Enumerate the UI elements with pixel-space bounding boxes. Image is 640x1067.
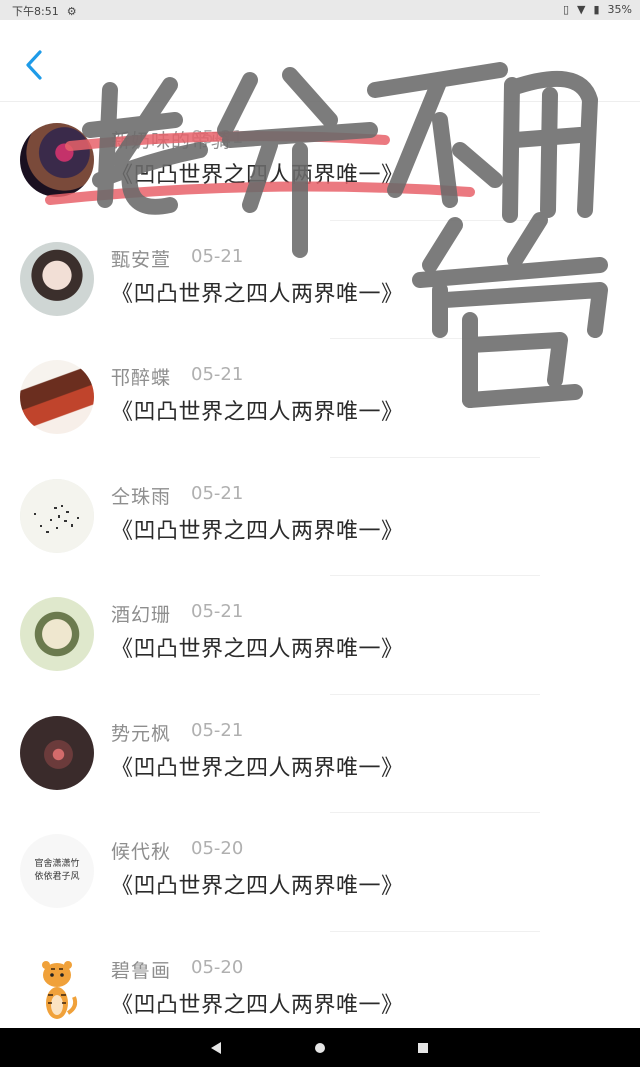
- message-preview: 《凹凸世界之四人两界唯一》: [111, 163, 404, 188]
- message-preview: 《凹凸世界之四人两界唯一》: [111, 400, 404, 425]
- contact-name: 碧鲁画: [111, 959, 172, 982]
- message-preview: 《凹凸世界之四人两界唯一》: [111, 992, 404, 1018]
- avatar[interactable]: [20, 123, 94, 197]
- conversation-list: 新奶味的帝骑 05-21 《凹凸世界之四人两界唯一》 甄安萱 05-21 《凹凸…: [0, 102, 640, 1050]
- avatar[interactable]: [20, 597, 94, 671]
- navigation-bar: [0, 1028, 640, 1067]
- contact-name: 候代秋: [111, 841, 172, 863]
- avatar[interactable]: [20, 952, 94, 1027]
- avatar-poem-line-1: 官舍潇潇竹: [34, 859, 80, 869]
- message-date: 05-20: [191, 838, 244, 859]
- wifi-icon: ▼: [577, 3, 586, 16]
- message-date: 05-21: [191, 127, 244, 148]
- message-date: 05-20: [191, 956, 244, 978]
- triangle-back-icon: [211, 1042, 221, 1054]
- conversation-row[interactable]: 酒幻珊 05-21 《凹凸世界之四人两界唯一》: [0, 576, 640, 695]
- status-time: 下午8:51: [12, 5, 59, 18]
- conversation-row[interactable]: 官舍潇潇竹 依依君子风 候代秋 05-20 《凹凸世界之四人两界唯一》: [0, 813, 640, 932]
- message-date: 05-21: [191, 601, 244, 622]
- message-date: 05-21: [191, 245, 244, 267]
- contact-name: 邗醉蝶: [111, 367, 172, 389]
- tiger-avatar-icon: [42, 960, 78, 1019]
- conversation-row[interactable]: 仝珠雨 05-21 《凹凸世界之四人两界唯一》: [0, 458, 640, 576]
- conversation-row[interactable]: 甄安萱 05-21 《凹凸世界之四人两界唯一》: [0, 221, 640, 339]
- square-recents-icon: [418, 1043, 428, 1053]
- vibrate-icon: ▯: [562, 3, 570, 16]
- nav-recents-button[interactable]: [413, 1038, 433, 1058]
- avatar[interactable]: [20, 241, 94, 316]
- avatar-scatter-art: [34, 504, 79, 533]
- message-preview: 《凹凸世界之四人两界唯一》: [111, 518, 404, 544]
- conversation-row[interactable]: 势元枫 05-21 《凹凸世界之四人两界唯一》: [0, 695, 640, 813]
- app-header: [0, 20, 640, 102]
- conversation-row[interactable]: 邗醉蝶 05-21 《凹凸世界之四人两界唯一》: [0, 339, 640, 458]
- nav-home-button[interactable]: [310, 1038, 330, 1058]
- conversation-row[interactable]: 新奶味的帝骑 05-21 《凹凸世界之四人两界唯一》: [0, 102, 640, 221]
- battery-icon: ▮: [593, 3, 600, 16]
- message-date: 05-21: [191, 719, 244, 741]
- avatar[interactable]: 官舍潇潇竹 依依君子风: [20, 834, 94, 908]
- chevron-left-icon: [26, 50, 42, 80]
- message-date: 05-21: [191, 482, 244, 504]
- avatar[interactable]: [20, 478, 94, 553]
- status-bar: 下午8:51 ⚙ ▯ ▼ ▮ 35%: [0, 0, 640, 20]
- avatar[interactable]: [20, 360, 94, 434]
- nav-back-button[interactable]: [206, 1038, 226, 1058]
- contact-name: 势元枫: [111, 722, 172, 745]
- message-preview: 《凹凸世界之四人两界唯一》: [111, 281, 404, 307]
- message-date: 05-21: [191, 364, 244, 385]
- circle-home-icon: [315, 1043, 325, 1053]
- message-preview: 《凹凸世界之四人两界唯一》: [111, 755, 404, 781]
- contact-name: 酒幻珊: [111, 604, 172, 626]
- contact-name: 仝珠雨: [111, 485, 172, 508]
- message-preview: 《凹凸世界之四人两界唯一》: [111, 637, 404, 662]
- message-preview: 《凹凸世界之四人两界唯一》: [111, 874, 404, 899]
- battery-level: 35%: [607, 3, 632, 16]
- settings-gear-icon: ⚙: [66, 4, 77, 18]
- avatar-poem-line-2: 依依君子风: [34, 872, 80, 882]
- contact-name: 甄安萱: [111, 248, 172, 271]
- avatar[interactable]: [20, 715, 94, 790]
- back-button[interactable]: [20, 48, 50, 82]
